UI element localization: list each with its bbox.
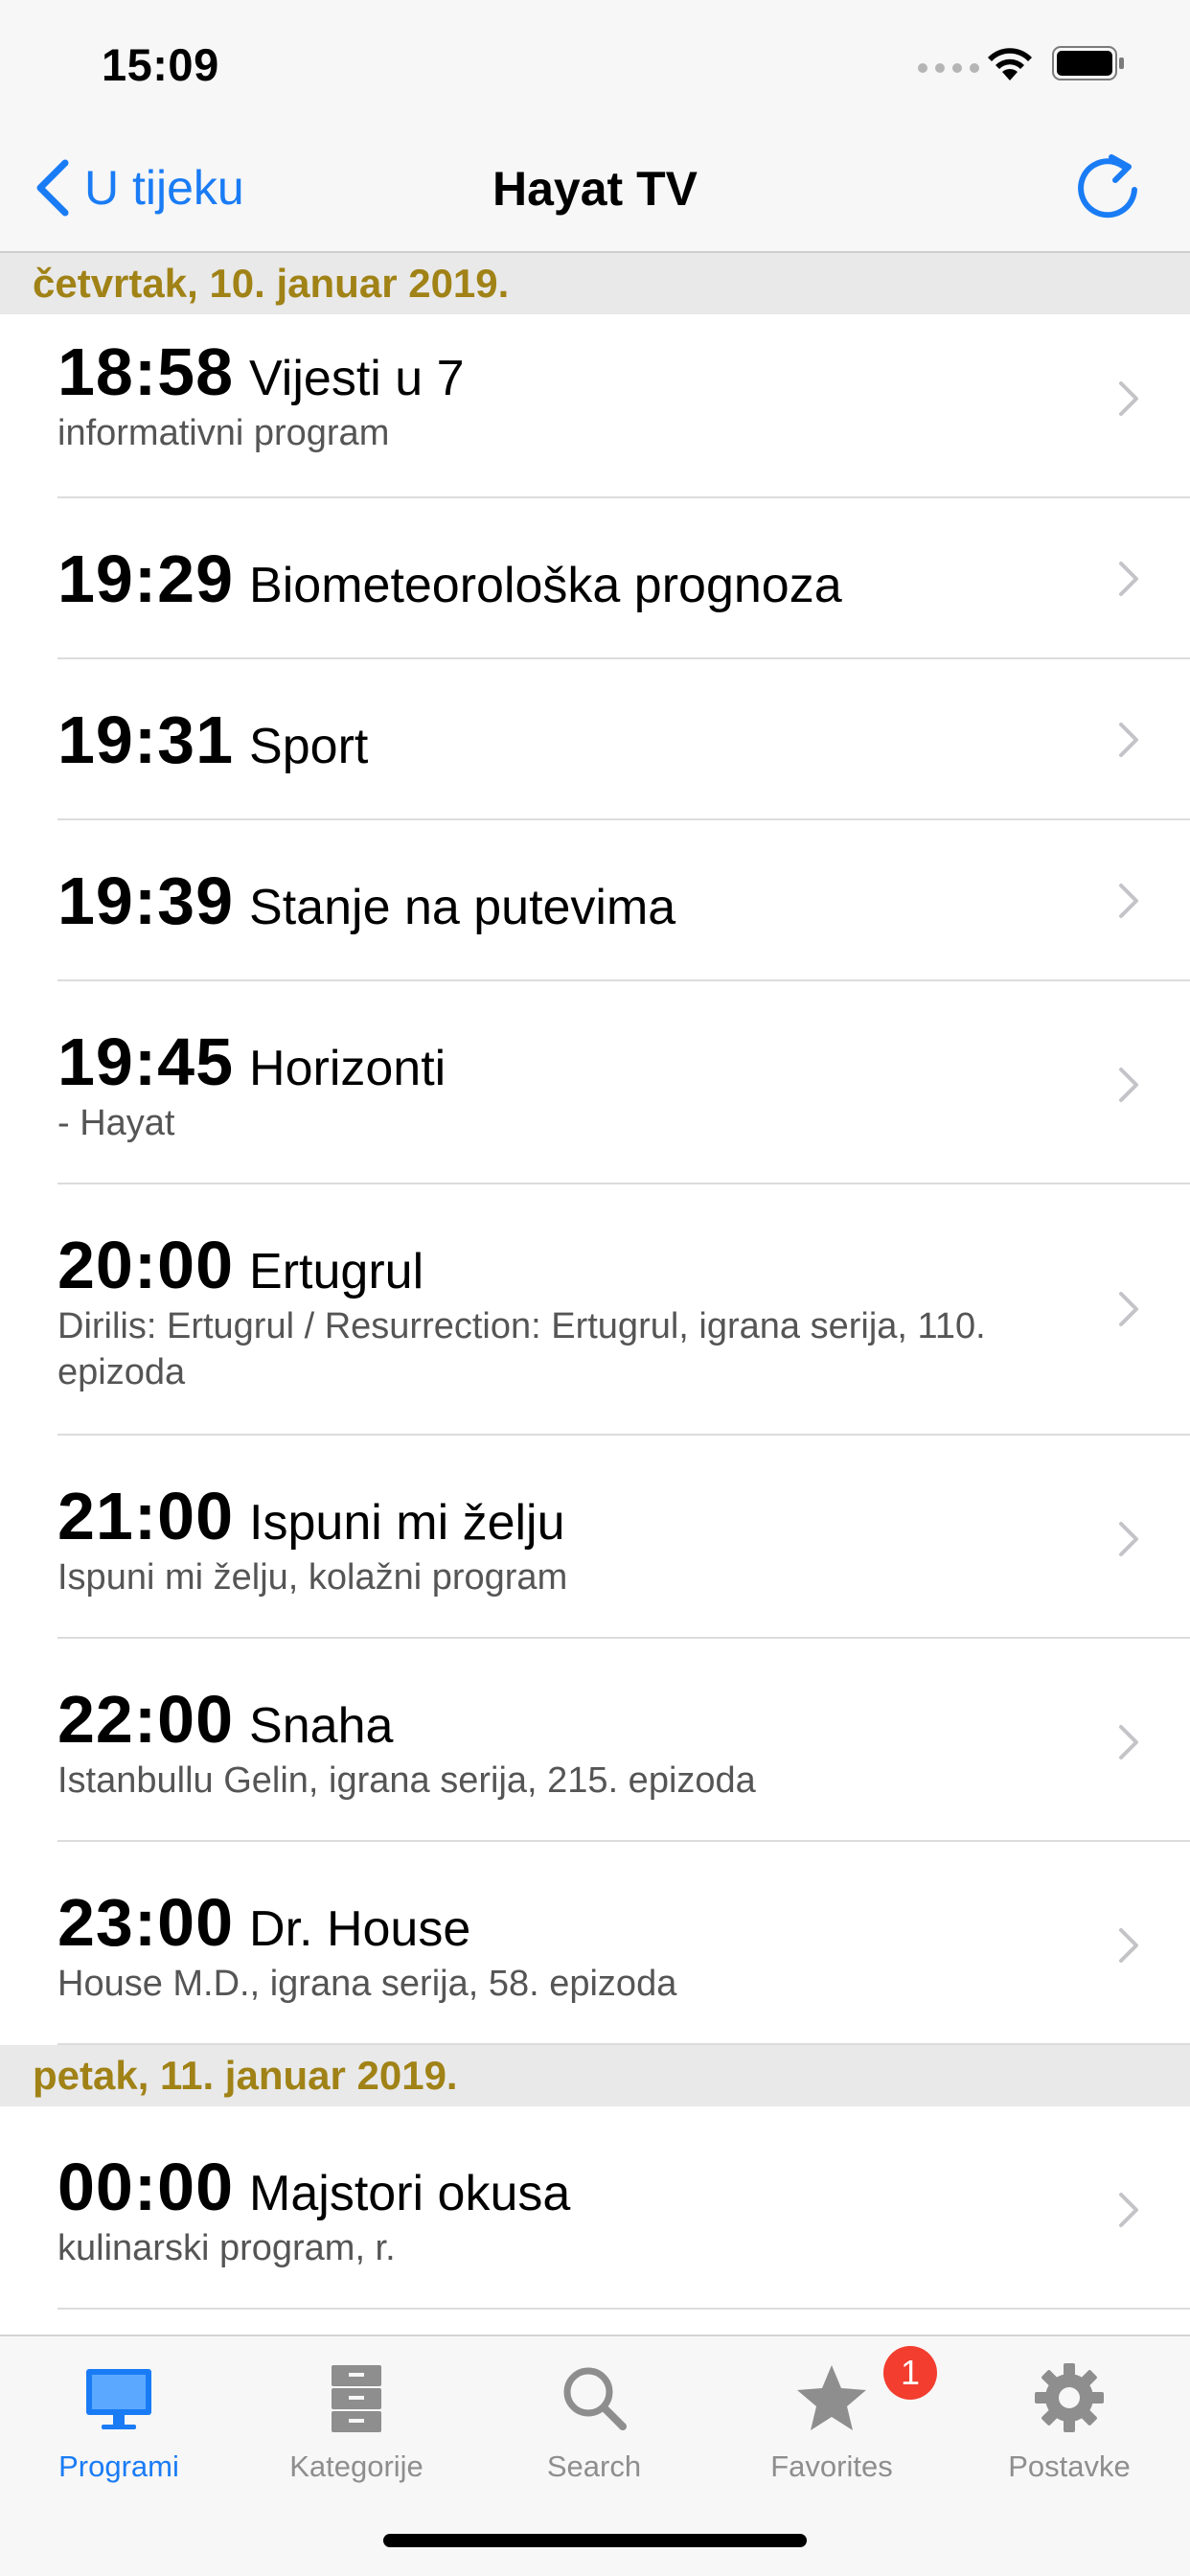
program-subtitle: - Hayat (57, 1103, 175, 1143)
program-row[interactable]: 19:39 Stanje na putevima (0, 820, 1190, 981)
program-subtitle: Ispuni mi želju, kolažni program (57, 1557, 568, 1598)
favorites-badge: 1 (883, 2346, 937, 2400)
tab-label: Search (546, 2450, 642, 2483)
program-time: 19:39 (57, 863, 235, 938)
program-row[interactable]: 00:00 Majstori okusa kulinarski program, … (0, 2106, 1190, 2310)
tab-programi[interactable]: Programi (0, 2336, 238, 2490)
program-subtitle: House M.D., igrana serija, 58. epizoda (57, 1964, 677, 2004)
cellular-signal-icon (918, 63, 979, 73)
section-header: četvrtak, 10. januar 2019. (0, 253, 1190, 314)
program-subtitle: kulinarski program, r. (57, 2228, 396, 2268)
program-row[interactable]: 19:45 Horizonti - Hayat (0, 981, 1190, 1184)
program-title: Stanje na putevima (249, 880, 676, 935)
chevron-right-icon (1119, 723, 1138, 757)
chevron-right-icon (1119, 1725, 1138, 1760)
chevron-right-icon (1119, 1068, 1138, 1102)
program-subtitle: Dirilis: Ertugrul / Resurrection: Ertugr… (57, 1306, 986, 1392)
chevron-right-icon (1119, 1522, 1138, 1556)
back-button[interactable]: U tijeku (33, 159, 244, 217)
program-title: Sport (249, 719, 369, 774)
chevron-right-icon (1119, 884, 1138, 918)
status-bar: 15:09 (0, 0, 1190, 125)
program-title: Majstori okusa (249, 2166, 571, 2221)
program-time: 00:00 (57, 2150, 235, 2224)
program-row[interactable]: 18:58 Vijesti u 7 informativni program (0, 314, 1190, 498)
program-title: Ispuni mi želju (249, 1495, 565, 1551)
program-subtitle: informativni program (57, 413, 390, 453)
program-title: Horizonti (249, 1041, 446, 1096)
tab-label: Postavke (1008, 2450, 1131, 2483)
program-row[interactable]: 20:00 Ertugrul Dirilis: Ertugrul / Resurr… (0, 1184, 1190, 1436)
program-title: Biometeorološka prognoza (249, 558, 842, 613)
program-row[interactable]: 22:00 Snaha Istanbullu Gelin, igrana seri… (0, 1639, 1190, 1842)
tab-label: Programi (58, 2450, 179, 2483)
tab-label: Kategorije (289, 2450, 423, 2483)
section-header: petak, 11. januar 2019. (0, 2045, 1190, 2106)
program-time: 19:29 (57, 541, 235, 616)
tab-label: Favorites (770, 2450, 893, 2483)
navigation-bar: Hayat TV U tijeku (0, 125, 1190, 253)
program-row[interactable]: 23:00 Dr. House House M.D., igrana serija… (0, 1842, 1190, 2045)
program-time: 20:00 (57, 1228, 235, 1302)
chevron-right-icon (1119, 2193, 1138, 2227)
program-title: Ertugrul (249, 1244, 424, 1300)
refresh-icon[interactable] (1071, 151, 1148, 228)
program-time: 22:00 (57, 1682, 235, 1757)
tab-postavke[interactable]: Postavke (950, 2336, 1188, 2490)
chevron-right-icon (1119, 562, 1138, 596)
tv-monitor-icon (86, 2369, 151, 2429)
program-time: 18:58 (57, 334, 235, 409)
star-icon (797, 2365, 866, 2430)
back-label: U tijeku (84, 161, 244, 215)
program-list[interactable]: četvrtak, 10. januar 2019. 18:58 Vijesti … (0, 253, 1190, 2334)
program-time: 19:31 (57, 702, 235, 777)
status-time: 15:09 (102, 39, 219, 90)
program-row[interactable]: 19:31 Sport (0, 659, 1190, 820)
chevron-right-icon (1119, 1928, 1138, 1963)
program-title: Snaha (249, 1698, 394, 1754)
tab-favorites[interactable]: 1 Favorites (713, 2336, 950, 2490)
program-time: 21:00 (57, 1479, 235, 1553)
program-time: 19:45 (57, 1024, 235, 1099)
program-row[interactable]: 19:29 Biometeorološka prognoza (0, 498, 1190, 659)
wifi-icon (988, 48, 1032, 80)
battery-icon (1052, 46, 1124, 80)
program-time: 23:00 (57, 1885, 235, 1960)
tab-kategorije[interactable]: Kategorije (238, 2336, 475, 2490)
search-icon (563, 2367, 627, 2430)
chevron-right-icon (1119, 1292, 1138, 1326)
home-indicator (383, 2534, 807, 2547)
chevron-left-icon (36, 159, 69, 217)
program-title: Vijesti u 7 (249, 351, 465, 406)
chevron-right-icon (1119, 381, 1138, 416)
program-row[interactable]: 21:00 Ispuni mi želju Ispuni mi želju, ko… (0, 1436, 1190, 1639)
program-title: Dr. House (249, 1901, 471, 1957)
gear-icon (1035, 2363, 1104, 2432)
cabinet-icon (332, 2365, 381, 2432)
program-subtitle: Istanbullu Gelin, igrana serija, 215. ep… (57, 1760, 756, 1801)
tab-search[interactable]: Search (475, 2336, 713, 2490)
